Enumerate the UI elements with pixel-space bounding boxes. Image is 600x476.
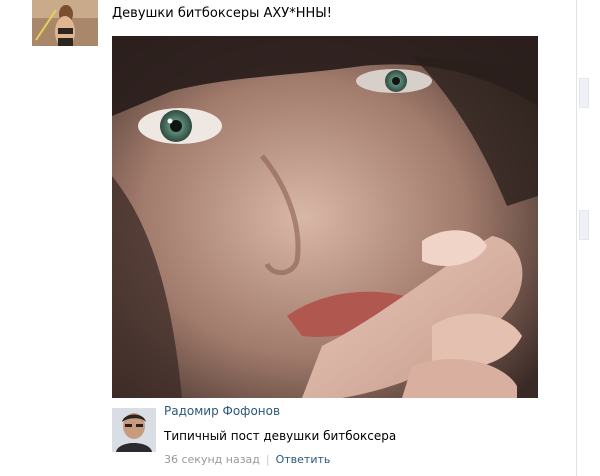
comment-author-link[interactable]: Радомир Фофонов bbox=[164, 404, 280, 418]
post-text: Девушки битбоксеры АХУ*ННЫ! bbox=[112, 6, 332, 21]
post-photo-icon bbox=[112, 36, 538, 398]
poster-avatar[interactable] bbox=[32, 0, 98, 46]
post-photo[interactable] bbox=[112, 36, 538, 398]
poster-avatar-photo-icon bbox=[32, 0, 98, 46]
rail-marker bbox=[579, 78, 589, 108]
meta-separator: | bbox=[265, 453, 270, 466]
comment-meta: 36 секунд назад | Ответить bbox=[164, 453, 330, 466]
comment-text: Типичный пост девушки битбоксера bbox=[164, 429, 397, 443]
commenter-avatar[interactable] bbox=[112, 408, 156, 452]
reply-button[interactable]: Ответить bbox=[276, 453, 331, 466]
right-rail bbox=[576, 0, 600, 476]
commenter-avatar-photo-icon bbox=[112, 408, 156, 452]
rail-marker bbox=[579, 210, 589, 240]
comment-timestamp[interactable]: 36 секунд назад bbox=[164, 453, 260, 466]
